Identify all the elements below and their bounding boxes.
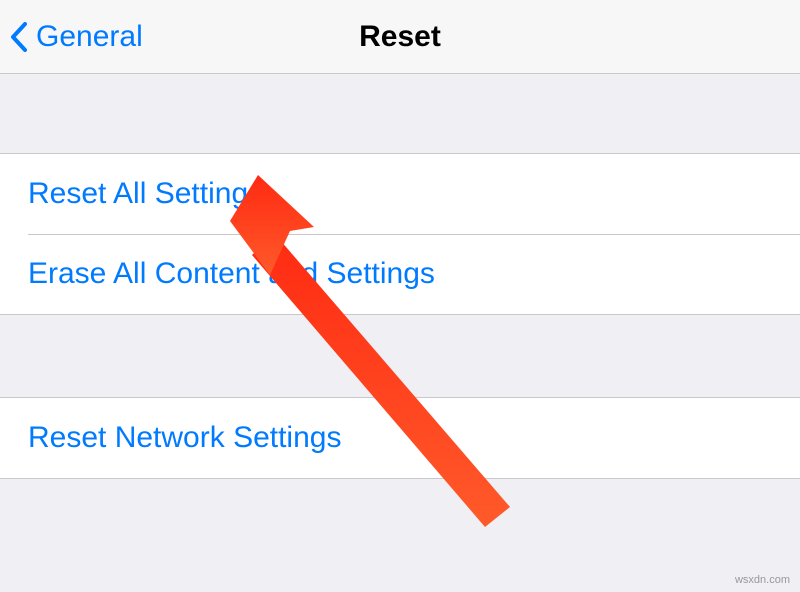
settings-group: Reset All Settings Erase All Content and… — [0, 153, 800, 315]
back-label: General — [36, 20, 143, 54]
watermark: wsxdn.com — [735, 574, 790, 586]
page-title: Reset — [359, 20, 441, 54]
row-label: Reset Network Settings — [28, 421, 341, 455]
reset-all-settings-row[interactable]: Reset All Settings — [0, 154, 800, 234]
back-button[interactable]: General — [0, 20, 143, 54]
settings-group: Reset Network Settings — [0, 397, 800, 479]
nav-bar: General Reset — [0, 0, 800, 74]
row-label: Erase All Content and Settings — [28, 257, 435, 291]
chevron-left-icon — [10, 22, 28, 52]
row-label: Reset All Settings — [28, 177, 263, 211]
erase-all-content-row[interactable]: Erase All Content and Settings — [0, 234, 800, 314]
reset-network-settings-row[interactable]: Reset Network Settings — [0, 398, 800, 478]
